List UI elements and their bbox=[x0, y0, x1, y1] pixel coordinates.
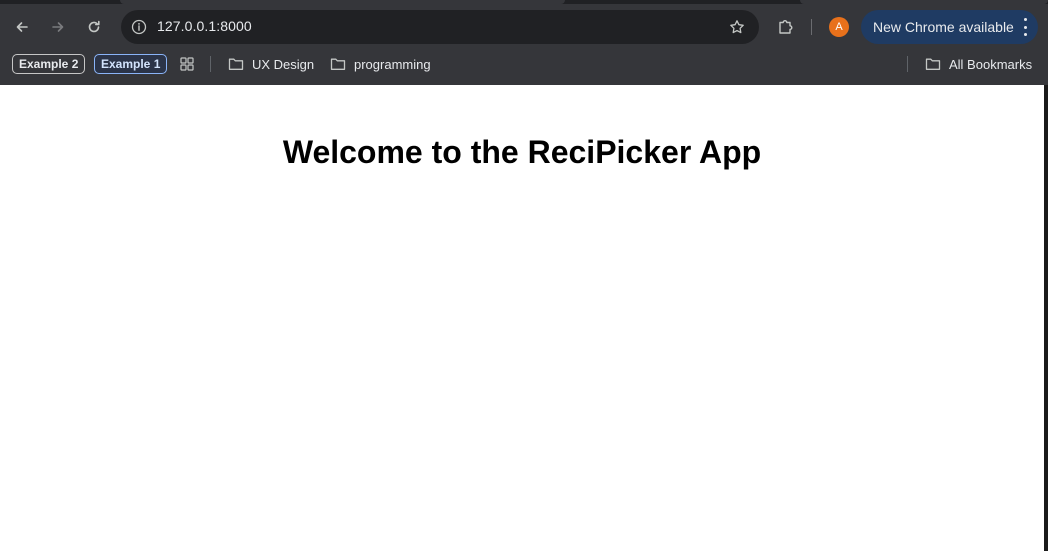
forward-button[interactable] bbox=[43, 12, 73, 42]
bookmark-star-icon bbox=[730, 20, 744, 34]
profile-avatar[interactable]: A bbox=[829, 17, 849, 37]
reload-button[interactable] bbox=[79, 12, 109, 42]
reload-icon bbox=[88, 20, 100, 33]
extensions-button[interactable] bbox=[773, 14, 799, 40]
folder-icon bbox=[330, 58, 346, 70]
page-content: Welcome to the ReciPicker App bbox=[0, 85, 1044, 551]
apps-grid-icon[interactable] bbox=[179, 56, 195, 72]
update-chrome-label: New Chrome available bbox=[873, 19, 1014, 35]
bookmark-folder-label: programming bbox=[354, 56, 431, 72]
extensions-icon bbox=[779, 20, 793, 34]
toolbar-divider bbox=[811, 19, 812, 35]
bookmark-example-2[interactable]: Example 2 bbox=[12, 54, 86, 74]
folder-icon bbox=[228, 58, 244, 70]
window-edge bbox=[1044, 85, 1048, 551]
all-bookmarks-label: All Bookmarks bbox=[949, 56, 1033, 72]
all-bookmarks-button[interactable]: All Bookmarks bbox=[925, 54, 1032, 74]
bookmark-folder-label: UX Design bbox=[252, 56, 315, 72]
folder-icon bbox=[925, 58, 941, 70]
url-text[interactable]: 127.0.0.1:8000 bbox=[157, 18, 252, 34]
site-info-button[interactable] bbox=[129, 17, 149, 37]
bookmarks-divider bbox=[907, 56, 908, 72]
browser-chrome: 127.0.0.1:8000 A New Chrome available Ex… bbox=[0, 0, 1048, 85]
back-button[interactable] bbox=[7, 12, 37, 42]
bookmark-folder-programming[interactable]: programming bbox=[330, 54, 431, 74]
bookmark-example-1[interactable]: Example 1 bbox=[94, 54, 168, 74]
back-arrow-icon bbox=[16, 22, 28, 32]
address-bar[interactable]: 127.0.0.1:8000 bbox=[121, 10, 759, 44]
forward-arrow-icon bbox=[52, 22, 64, 32]
toolbar: 127.0.0.1:8000 A New Chrome available bbox=[0, 8, 1048, 46]
more-vert-icon[interactable] bbox=[1022, 18, 1028, 36]
page-title: Welcome to the ReciPicker App bbox=[282, 134, 762, 170]
bookmark-folder-ux-design[interactable]: UX Design bbox=[228, 54, 314, 74]
tab-edge[interactable] bbox=[800, 0, 1048, 4]
site-info-icon bbox=[131, 19, 147, 35]
update-chrome-button[interactable]: New Chrome available bbox=[861, 10, 1038, 44]
bookmark-star-button[interactable] bbox=[727, 17, 747, 37]
active-tab-edge[interactable] bbox=[120, 0, 565, 4]
bookmarks-bar: Example 2 Example 1 UX Design programmin… bbox=[0, 52, 1048, 76]
bookmarks-divider bbox=[210, 56, 211, 72]
tab-strip bbox=[0, 0, 1048, 4]
